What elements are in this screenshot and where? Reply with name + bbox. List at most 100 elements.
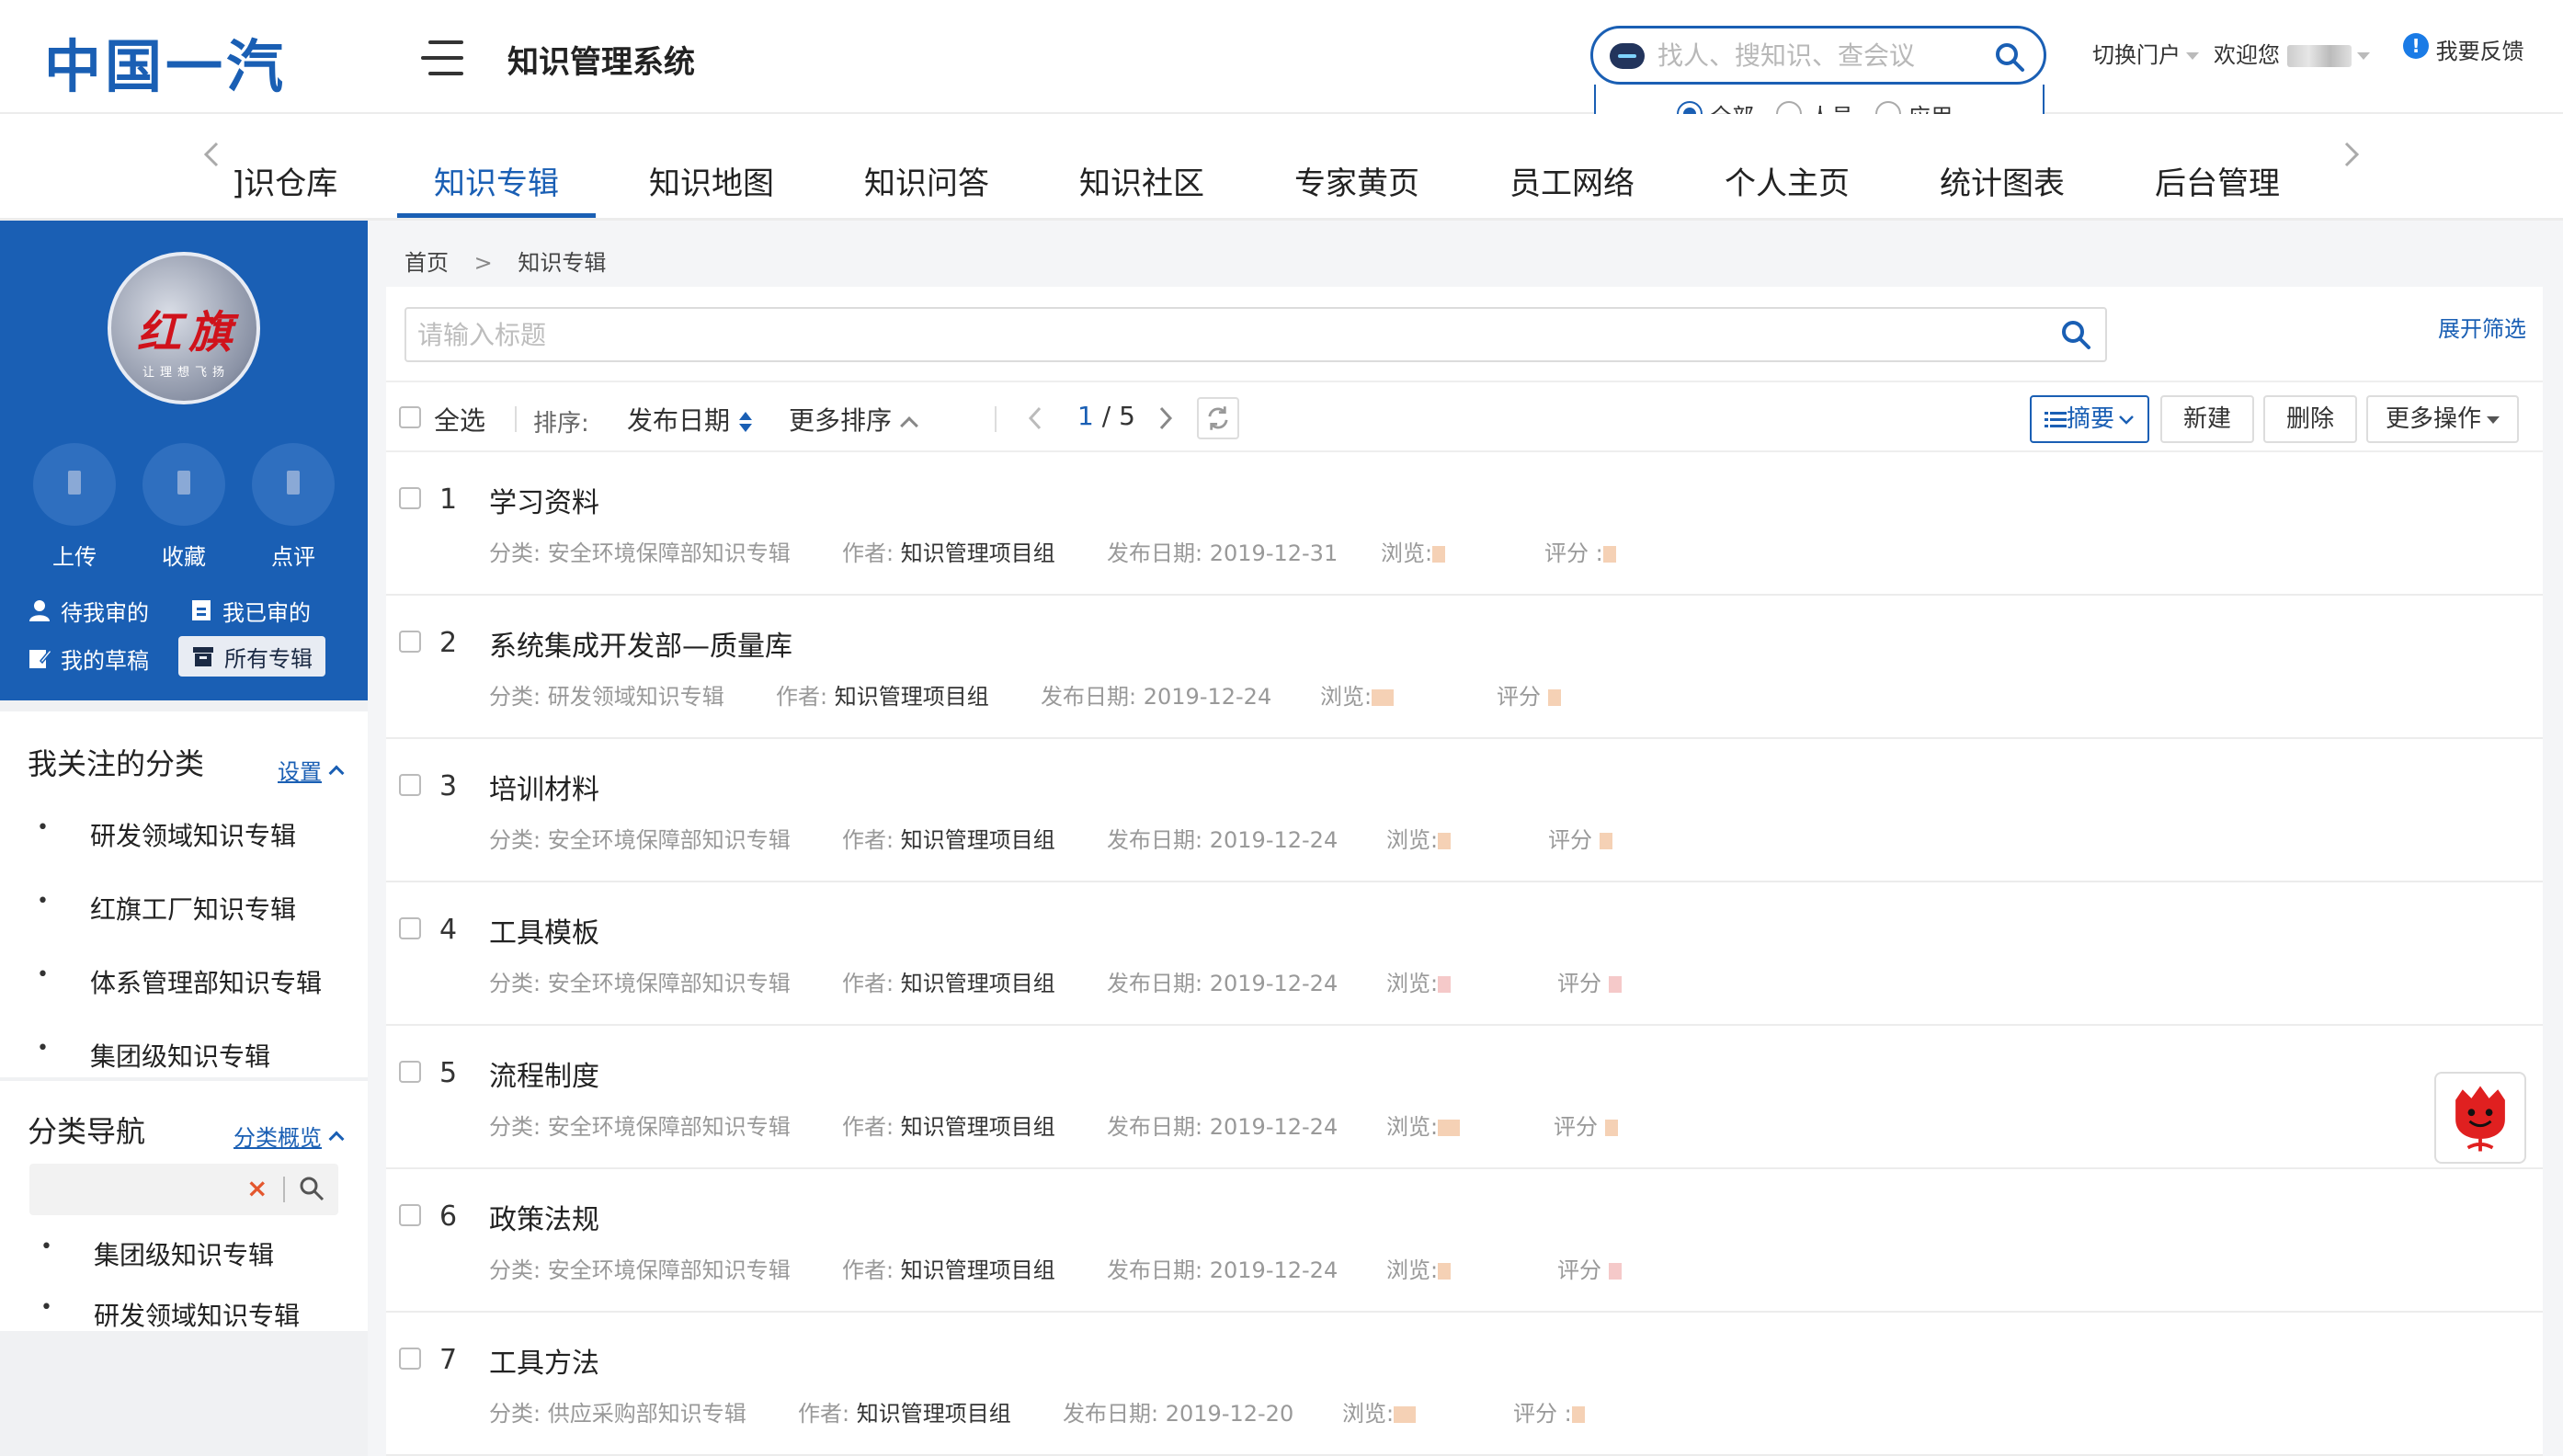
row-title[interactable]: 工具模板 (489, 910, 599, 950)
sidebar-link-pending-review[interactable]: 待我审的 (28, 590, 149, 631)
row-date: 发布日期: 2019-12-24 (1107, 971, 1338, 996)
feedback-link[interactable]: ! 我要反馈 (2403, 33, 2524, 65)
review-button[interactable] (252, 443, 335, 526)
list-item[interactable]: 集团级知识专辑 (40, 1235, 274, 1272)
table-row[interactable]: 3 培训材料 分类: 安全环境保障部知识专辑 作者: 知识管理项目组 发布日期:… (386, 739, 2543, 882)
avatar-slogan: 让理想飞扬 (142, 366, 231, 380)
more-actions-button[interactable]: 更多操作 (2366, 395, 2519, 443)
row-title[interactable]: 政策法规 (489, 1197, 599, 1237)
sidebar-link-reviewed[interactable]: 我已审的 (189, 590, 311, 631)
refresh-button[interactable] (1197, 397, 1239, 439)
row-title[interactable]: 工具方法 (489, 1340, 599, 1381)
category-overview-link[interactable]: 分类概览 (234, 1120, 345, 1152)
next-page-icon[interactable] (1155, 404, 1177, 432)
search-icon[interactable] (2059, 318, 2092, 351)
new-button[interactable]: 新建 (2160, 395, 2254, 443)
list-item[interactable]: 红旗工厂知识专辑 (37, 890, 296, 927)
row-checkbox[interactable] (399, 1204, 421, 1226)
avatar[interactable]: 红旗 让理想飞扬 (108, 252, 260, 404)
company-logo[interactable]: 中国一汽 (44, 20, 287, 100)
category-nav-title: 分类导航 (28, 1114, 146, 1149)
nav-next-arrow-icon[interactable] (2333, 136, 2370, 173)
assistant-bot-icon[interactable] (1610, 43, 1645, 69)
nav-item-knowledge-community[interactable]: 知识社区 (1079, 158, 1204, 221)
table-row[interactable]: 6 政策法规 分类: 安全环境保障部知识专辑 作者: 知识管理项目组 发布日期:… (386, 1169, 2543, 1313)
expand-filter-link[interactable]: 展开筛选 (2438, 311, 2526, 343)
welcome-user[interactable]: 欢迎您 (2214, 37, 2370, 69)
title-search (404, 307, 2107, 362)
upload-button[interactable] (33, 443, 116, 526)
row-checkbox[interactable] (399, 487, 421, 509)
nav-item-expert-pages[interactable]: 专家黄页 (1294, 158, 1419, 221)
views-redacted (1438, 1263, 1452, 1280)
table-row[interactable]: 5 流程制度 分类: 安全环境保障部知识专辑 作者: 知识管理项目组 发布日期:… (386, 1026, 2543, 1169)
nav-item-knowledge-album[interactable]: 知识专辑 (434, 158, 559, 221)
row-checkbox[interactable] (399, 1061, 421, 1083)
row-number: 6 (439, 1200, 458, 1233)
sort-by-date[interactable]: 发布日期 (627, 401, 753, 438)
nav-item-personal-home[interactable]: 个人主页 (1725, 158, 1850, 221)
search-icon[interactable] (298, 1175, 325, 1202)
row-title[interactable]: 系统集成开发部—质量库 (489, 623, 792, 664)
global-search (1590, 26, 2046, 85)
row-checkbox[interactable] (399, 631, 421, 653)
rating-redacted (1599, 833, 1612, 849)
nav-item-knowledge-map[interactable]: 知识地图 (649, 158, 774, 221)
summary-view-button[interactable]: 摘要 (2030, 395, 2149, 443)
nav-item-admin[interactable]: 后台管理 (2155, 158, 2280, 221)
favorite-button[interactable] (142, 443, 225, 526)
sidebar-link-all-albums[interactable]: 所有专辑 (178, 636, 325, 677)
list-item[interactable]: 集团级知识专辑 (37, 1037, 270, 1074)
assistant-helper-button[interactable] (2434, 1072, 2526, 1164)
select-all-checkbox[interactable] (399, 404, 421, 435)
row-author: 作者: 知识管理项目组 (842, 1114, 1055, 1140)
category-search-input[interactable] (39, 1171, 241, 1208)
sidebar-link-drafts[interactable]: 我的草稿 (28, 638, 149, 678)
list-item[interactable]: 体系管理部知识专辑 (37, 963, 322, 1000)
draft-icon (29, 648, 51, 668)
table-row[interactable]: 4 工具模板 分类: 安全环境保障部知识专辑 作者: 知识管理项目组 发布日期:… (386, 882, 2543, 1026)
global-search-input[interactable] (1657, 36, 1970, 74)
user-icon (29, 600, 50, 621)
chevron-down-icon (2356, 52, 2370, 60)
nav-item-knowledge-repo[interactable]: ]识仓库 (232, 158, 337, 221)
list-item[interactable]: 研发领域知识专辑 (40, 1296, 300, 1333)
row-checkbox[interactable] (399, 774, 421, 796)
more-sort-dropdown[interactable]: 更多排序 (789, 401, 918, 438)
sort-label: 排序: (533, 410, 589, 438)
mascot-icon (2455, 1086, 2505, 1152)
nav-item-statistics[interactable]: 统计图表 (1940, 158, 2065, 221)
followed-settings-link[interactable]: 设置 (278, 754, 345, 786)
favorite-label: 收藏 (162, 544, 206, 570)
table-row[interactable]: 7 工具方法 分类: 供应采购部知识专辑 作者: 知识管理项目组 发布日期: 2… (386, 1313, 2543, 1456)
clear-icon[interactable]: × (246, 1173, 268, 1203)
breadcrumb-separator: > (473, 250, 493, 276)
select-all-label[interactable]: 全选 (434, 401, 485, 438)
row-checkbox[interactable] (399, 917, 421, 939)
row-number: 7 (439, 1344, 458, 1376)
list-view-icon (2044, 411, 2067, 427)
menu-toggle-icon[interactable] (421, 40, 463, 77)
table-row[interactable]: 1 学习资料 分类: 安全环境保障部知识专辑 作者: 知识管理项目组 发布日期:… (386, 452, 2543, 596)
chevron-down-icon (2119, 415, 2134, 425)
prev-page-icon[interactable] (1024, 404, 1046, 432)
title-search-input[interactable] (417, 316, 1980, 355)
nav-item-knowledge-qa[interactable]: 知识问答 (864, 158, 989, 221)
delete-button[interactable]: 删除 (2263, 395, 2357, 443)
row-rating: 评分 (1497, 678, 1561, 711)
rating-redacted (1604, 1120, 1618, 1136)
search-icon[interactable] (1994, 41, 2025, 73)
row-title[interactable]: 培训材料 (489, 767, 599, 807)
list-item[interactable]: 研发领域知识专辑 (37, 816, 296, 853)
row-title[interactable]: 学习资料 (489, 480, 599, 520)
nav-item-employee-network[interactable]: 员工网络 (1509, 158, 1635, 221)
breadcrumb-home[interactable]: 首页 (404, 250, 449, 276)
nav-prev-arrow-icon[interactable] (193, 136, 230, 173)
row-title[interactable]: 流程制度 (489, 1053, 599, 1094)
row-category: 分类: 安全环境保障部知识专辑 (489, 827, 791, 853)
row-views: 浏览: (1381, 535, 1446, 567)
table-row[interactable]: 2 系统集成开发部—质量库 分类: 研发领域知识专辑 作者: 知识管理项目组 发… (386, 596, 2543, 739)
switch-portal-link[interactable]: 切换门户 (2092, 37, 2199, 69)
archive-icon (193, 647, 213, 666)
row-checkbox[interactable] (399, 1348, 421, 1370)
